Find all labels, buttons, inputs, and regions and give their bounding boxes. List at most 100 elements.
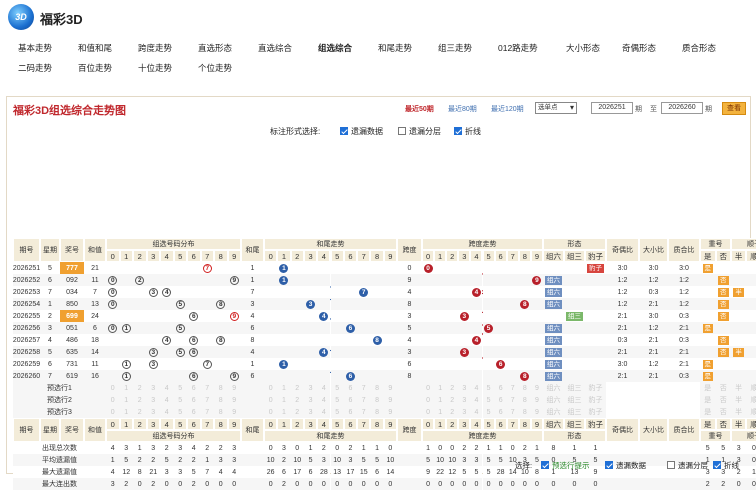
- bs-cell: 1:2: [639, 322, 668, 334]
- f-span-digit: 4: [470, 418, 483, 430]
- span-trend-cell: [446, 334, 459, 346]
- checkbox[interactable]: [454, 127, 462, 135]
- seq-cell: [731, 358, 747, 370]
- checkbox[interactable]: [605, 461, 613, 469]
- form-cell: 组六: [543, 274, 564, 286]
- preselect-digit: 1: [119, 394, 133, 406]
- oe-header: 奇偶比: [606, 238, 639, 262]
- recent-120-link[interactable]: 最近120期: [491, 104, 524, 114]
- nav-item[interactable]: 直选形态: [198, 42, 232, 54]
- nav-item[interactable]: 百位走势: [78, 62, 112, 74]
- footer-option-label: 遗漏分层: [678, 461, 708, 470]
- dist-cell: [106, 334, 120, 346]
- f-dist-digit: 1: [119, 418, 133, 430]
- nav-item[interactable]: 质合形态: [682, 42, 716, 54]
- nav-item[interactable]: 跨度走势: [138, 42, 172, 54]
- f-dup-col: 是: [700, 418, 716, 430]
- footer-option[interactable]: 遗漏分层: [667, 460, 708, 471]
- footer-option[interactable]: 折线: [713, 460, 739, 471]
- nav-item[interactable]: 基本走势: [18, 42, 52, 54]
- tail-trend-cell: [303, 262, 318, 274]
- dup-cell: [715, 358, 731, 370]
- dist-cell: [214, 262, 228, 274]
- dist-cell: [173, 334, 187, 346]
- nav-item[interactable]: 012路走势: [498, 42, 538, 54]
- dist-cell: [160, 310, 174, 322]
- f-form-col: 豹子: [585, 418, 606, 430]
- span-trend-cell: [422, 310, 435, 322]
- stat-dup: 2: [700, 478, 716, 490]
- dist-cell: [214, 274, 228, 286]
- bs-cell: 2:1: [639, 334, 668, 346]
- from-period-input[interactable]: 2026251: [591, 102, 633, 114]
- dist-cell: 8: [214, 298, 228, 310]
- span-trend-cell: [530, 298, 543, 310]
- tail-trend-cell: [383, 274, 397, 286]
- tail-trend-cell: [370, 298, 384, 310]
- toggle-0[interactable]: 遗漏数据: [340, 126, 383, 137]
- f-span-digit: 9: [530, 418, 543, 430]
- nav-item[interactable]: 个位走势: [198, 62, 232, 74]
- seq-cell: [746, 322, 756, 334]
- nav-item[interactable]: 十位走势: [138, 62, 172, 74]
- form-cell: 组六: [543, 298, 564, 310]
- preselect-tail-blank: [241, 382, 264, 394]
- nav-item[interactable]: 和尾走势: [378, 42, 412, 54]
- tail-cell: 6: [241, 370, 264, 382]
- span-trend-cell: [458, 286, 471, 298]
- recent-50-link[interactable]: 最近50期: [405, 104, 434, 114]
- tail-cell: 1: [241, 358, 264, 370]
- tail-trend-cell: [290, 334, 304, 346]
- sum-cell: 11: [84, 358, 106, 370]
- dist-cell: 6: [187, 310, 201, 322]
- span-trend-cell: [482, 262, 495, 274]
- nav-item[interactable]: 直选综合: [258, 42, 292, 54]
- checkbox[interactable]: [340, 127, 348, 135]
- preselect-form: 组三: [564, 394, 585, 406]
- span-trend-cell: [494, 298, 507, 310]
- checkbox[interactable]: [667, 461, 675, 469]
- seq-col-header: 顺: [746, 250, 756, 262]
- stat-dist: 2: [200, 442, 214, 454]
- to-period-input[interactable]: 2026260: [661, 102, 703, 114]
- preselect-digit: 7: [200, 406, 214, 418]
- toggle-2[interactable]: 折线: [454, 126, 481, 137]
- nav-item[interactable]: 和值和尾: [78, 42, 112, 54]
- checkbox[interactable]: [713, 461, 721, 469]
- f-spantrend-header: 跨度走势: [422, 430, 543, 442]
- recent-80-link[interactable]: 最近80期: [448, 104, 477, 114]
- f-span-digit: 3: [458, 418, 471, 430]
- tail-digit-header: 6: [343, 250, 358, 262]
- dist-cell: 9: [227, 274, 241, 286]
- pc-cell: 1:2: [668, 298, 700, 310]
- checkbox[interactable]: [541, 461, 549, 469]
- stat-tail: 1: [370, 442, 384, 454]
- dist-cell: [200, 298, 214, 310]
- nav-item[interactable]: 组选综合: [318, 42, 352, 54]
- checkbox[interactable]: [398, 127, 406, 135]
- toggle-1[interactable]: 遗漏分层: [398, 126, 441, 137]
- period-select[interactable]: 选单点: [535, 102, 577, 114]
- tail-trend-cell: [290, 370, 304, 382]
- dist-cell: [173, 286, 187, 298]
- nav-item[interactable]: 二码走势: [18, 62, 52, 74]
- dist-cell: [119, 262, 133, 274]
- footer-option[interactable]: 预选行提示: [541, 460, 590, 471]
- nav-item[interactable]: 组三走势: [438, 42, 472, 54]
- span-trend-cell: [530, 262, 543, 274]
- tail-dot: 6: [345, 371, 355, 381]
- stat-ratio-blank: [606, 442, 700, 454]
- dist-digit-header: 6: [187, 250, 201, 262]
- tail-trend-cell: [264, 286, 278, 298]
- tail-cell: 7: [241, 286, 264, 298]
- stat-ratio-blank: [606, 478, 700, 490]
- footer-option[interactable]: 遗漏数据: [605, 460, 646, 471]
- nav-item[interactable]: 奇偶形态: [622, 42, 656, 54]
- form-cell: [585, 274, 606, 286]
- nav-item[interactable]: 大小形态: [566, 42, 600, 54]
- f-dist-digit: 3: [146, 418, 160, 430]
- query-button[interactable]: 查看: [722, 102, 746, 115]
- f-form-col: 组三: [564, 418, 585, 430]
- stat-tail: 0: [383, 478, 397, 490]
- tail-cell: 8: [241, 334, 264, 346]
